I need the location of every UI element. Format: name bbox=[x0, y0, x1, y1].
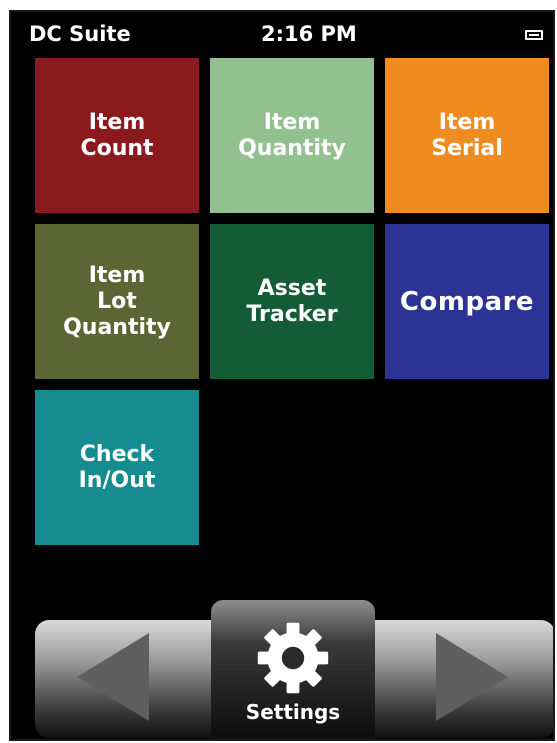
settings-button[interactable]: Settings bbox=[211, 600, 375, 739]
tile-item-quantity-label: Item Quantity bbox=[238, 109, 346, 161]
tile-check-in-out-label: Check In/Out bbox=[78, 441, 156, 493]
right-arrow-icon[interactable] bbox=[436, 633, 508, 721]
tile-item-count-label: Item Count bbox=[80, 109, 154, 161]
settings-label: Settings bbox=[245, 700, 341, 724]
tile-check-in-out[interactable]: Check In/Out bbox=[35, 390, 199, 545]
status-bar: DC Suite 2:16 PM bbox=[11, 12, 553, 54]
battery-icon bbox=[525, 30, 543, 40]
tile-compare[interactable]: Compare bbox=[385, 224, 549, 379]
tile-item-serial[interactable]: Item Serial bbox=[385, 58, 549, 213]
app-title: DC Suite bbox=[29, 22, 131, 46]
left-arrow-icon[interactable] bbox=[77, 633, 149, 721]
tile-item-lot-quantity-label: Item Lot Quantity bbox=[63, 262, 171, 340]
tile-asset-tracker[interactable]: Asset Tracker bbox=[210, 224, 374, 379]
tile-item-serial-label: Item Serial bbox=[431, 109, 503, 161]
status-time: 2:16 PM bbox=[261, 22, 357, 46]
device-screen: DC Suite 2:16 PM Item Count Item Quantit… bbox=[9, 10, 555, 741]
gear-icon bbox=[257, 622, 329, 694]
tile-item-lot-quantity[interactable]: Item Lot Quantity bbox=[35, 224, 199, 379]
tile-compare-label: Compare bbox=[399, 286, 535, 317]
tile-item-quantity[interactable]: Item Quantity bbox=[210, 58, 374, 213]
tile-asset-tracker-label: Asset Tracker bbox=[246, 275, 338, 327]
tile-item-count[interactable]: Item Count bbox=[35, 58, 199, 213]
